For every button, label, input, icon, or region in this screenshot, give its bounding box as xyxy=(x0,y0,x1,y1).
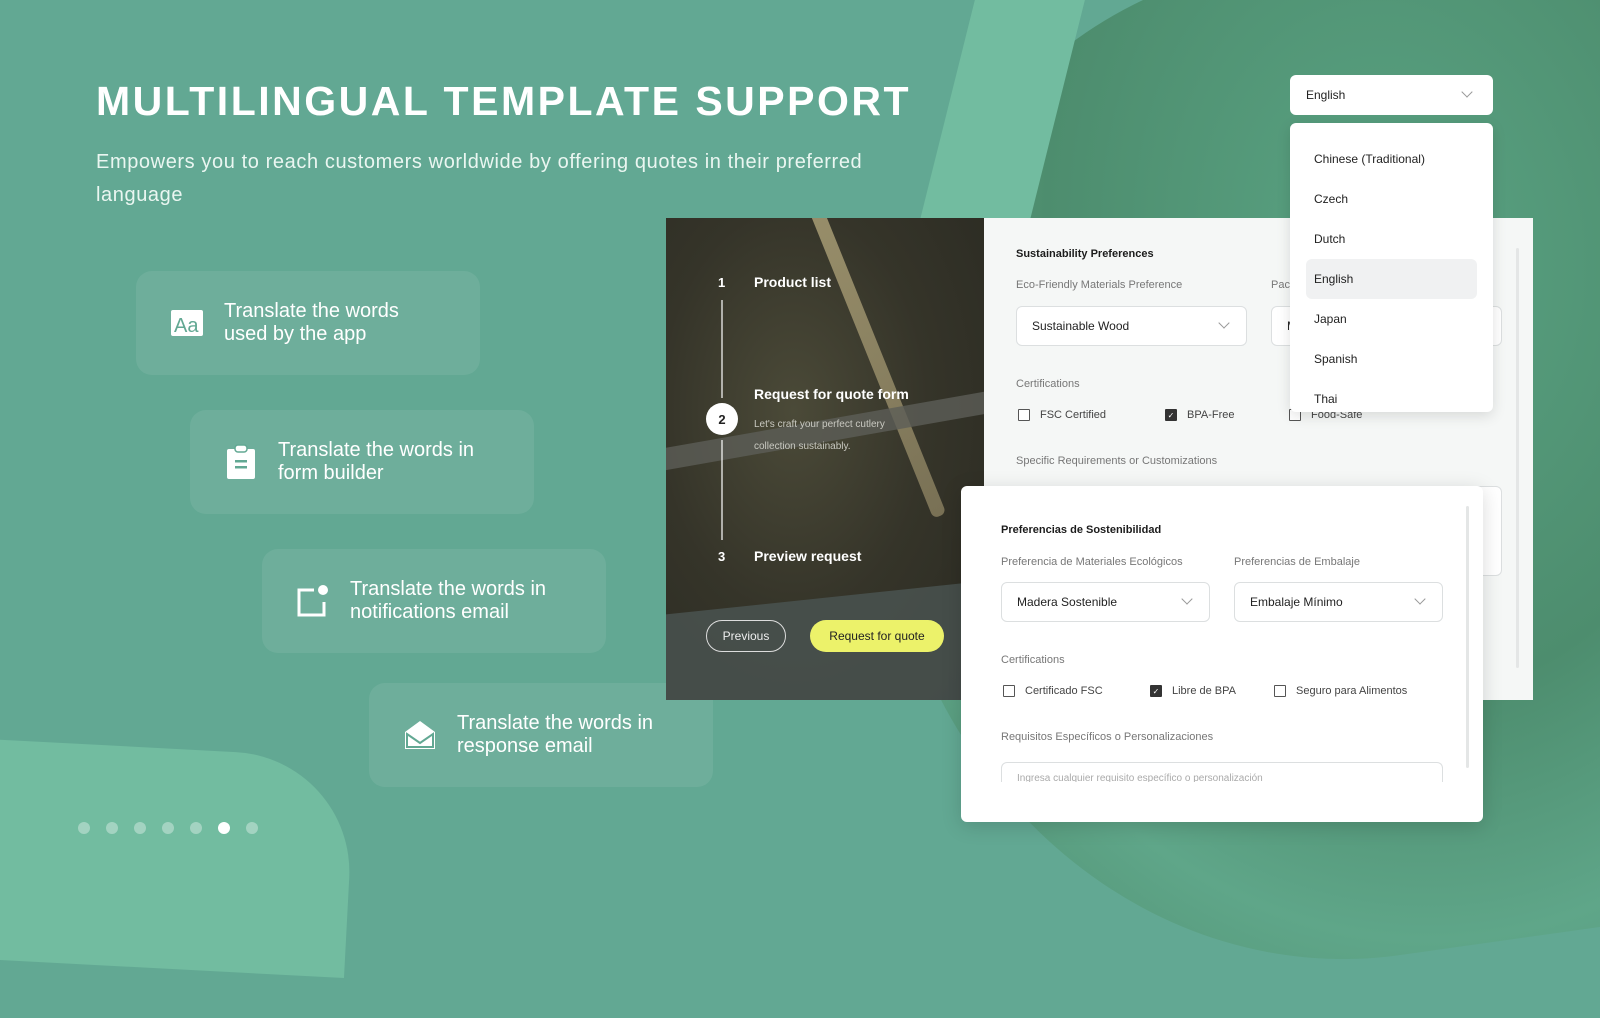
select-value: Sustainable Wood xyxy=(1032,319,1130,333)
section-title: Sustainability Preferences xyxy=(1016,248,1154,260)
field-label: Preferencia de Materiales Ecológicos xyxy=(1001,556,1183,568)
step-product-list[interactable]: Product list xyxy=(754,274,831,290)
checkbox-label: Seguro para Alimentos xyxy=(1296,685,1408,697)
chevron-down-icon xyxy=(1414,593,1426,605)
language-dropdown-menu: Chinese (Traditional) Czech Dutch English Ja… xyxy=(1290,123,1493,412)
language-option[interactable]: Dutch xyxy=(1306,219,1477,259)
field-label: Pac xyxy=(1271,279,1290,291)
envelope-open-icon xyxy=(403,718,437,752)
carousel-dots xyxy=(78,822,258,834)
materials-select[interactable]: Sustainable Wood xyxy=(1016,306,1247,346)
chevron-down-icon xyxy=(1218,317,1230,329)
feature-text: Translate the words in xyxy=(350,578,547,600)
font-aa-icon: Aa xyxy=(170,306,204,340)
checkbox-checked[interactable]: ✓ xyxy=(1150,685,1162,697)
materials-select[interactable]: Madera Sostenible xyxy=(1001,582,1210,622)
background-blob xyxy=(0,737,356,979)
language-option[interactable]: Czech xyxy=(1306,179,1477,219)
checkbox-checked[interactable]: ✓ xyxy=(1165,409,1177,421)
step-description: Let's craft your perfect cutlery collect… xyxy=(754,419,885,452)
field-label: Specific Requirements or Customizations xyxy=(1016,455,1218,467)
language-select[interactable]: English xyxy=(1290,75,1493,115)
carousel-dot[interactable] xyxy=(106,822,118,834)
checkbox[interactable] xyxy=(1274,685,1286,697)
field-label: Preferencias de Embalaje xyxy=(1234,556,1360,568)
feature-card-notifications: Translate the words in notifications emai… xyxy=(262,549,606,653)
feature-text: form builder xyxy=(278,462,384,484)
language-option[interactable]: Thai xyxy=(1306,379,1477,412)
field-label: Certifications xyxy=(1016,378,1080,390)
language-option[interactable]: Japan xyxy=(1306,299,1477,339)
field-label: Certifications xyxy=(1001,654,1065,666)
feature-card-form-builder: Translate the words in form builder xyxy=(190,410,534,514)
checkbox[interactable] xyxy=(1003,685,1015,697)
page-subtitle: Empowers you to reach customers worldwid… xyxy=(96,151,863,206)
page-title: MULTILINGUAL TEMPLATE SUPPORT xyxy=(96,78,912,124)
background-photo xyxy=(809,218,947,519)
step-number: 1 xyxy=(718,275,726,290)
packaging-select[interactable]: Embalaje Mínimo xyxy=(1234,582,1443,622)
feature-text: Translate the words in xyxy=(457,712,654,734)
form-spanish: Preferencias de Sostenibilidad Preferenc… xyxy=(961,486,1483,822)
step-request-form[interactable]: Request for quote form xyxy=(754,386,909,402)
checkbox-fsc[interactable]: FSC Certified xyxy=(1018,409,1106,421)
feature-card-response-email: Translate the words in response email xyxy=(369,683,713,787)
notification-icon xyxy=(296,584,330,618)
checkbox-label: BPA-Free xyxy=(1187,409,1235,421)
placeholder-text: Ingresa cualquier requisito específico o… xyxy=(1017,773,1263,782)
feature-card-app: Aa Translate the words used by the app xyxy=(136,271,480,375)
step-connector xyxy=(721,440,723,540)
checkbox-label: Libre de BPA xyxy=(1172,685,1237,697)
request-for-quote-button[interactable]: Request for quote xyxy=(810,620,944,652)
feature-text: response email xyxy=(457,735,593,757)
feature-text: notifications email xyxy=(350,601,509,623)
select-value: Madera Sostenible xyxy=(1017,595,1118,609)
checkbox[interactable] xyxy=(1018,409,1030,421)
stepper-panel: 1 Product list Request for quote form 2 … xyxy=(666,218,984,700)
language-option[interactable]: Spanish xyxy=(1306,339,1477,379)
feature-text: Translate the words xyxy=(224,300,399,322)
step-number: 3 xyxy=(718,549,726,564)
requirements-textarea[interactable]: Ingresa cualquier requisito específico o… xyxy=(1001,762,1443,782)
step-preview[interactable]: Preview request xyxy=(754,548,861,564)
language-option[interactable]: Chinese (Traditional) xyxy=(1306,139,1477,179)
checkbox-bpa[interactable]: ✓ Libre de BPA xyxy=(1150,685,1236,697)
select-value: Embalaje Mínimo xyxy=(1250,595,1343,609)
svg-text:Aa: Aa xyxy=(174,315,199,337)
language-option[interactable]: English xyxy=(1306,259,1477,299)
field-label: Requisitos Específicos o Personalizacion… xyxy=(1001,731,1214,743)
clipboard-icon xyxy=(224,444,258,479)
scrollbar[interactable] xyxy=(1516,248,1519,668)
checkbox-label: Certificado FSC xyxy=(1025,685,1103,697)
scrollbar[interactable] xyxy=(1466,506,1469,768)
feature-text: Translate the words in xyxy=(278,439,475,461)
carousel-dot[interactable] xyxy=(134,822,146,834)
carousel-dot[interactable] xyxy=(246,822,258,834)
carousel-dot[interactable] xyxy=(162,822,174,834)
section-title: Preferencias de Sostenibilidad xyxy=(1001,524,1162,536)
select-value: English xyxy=(1306,88,1346,102)
previous-button[interactable]: Previous xyxy=(706,620,786,652)
step-connector xyxy=(721,300,723,398)
feature-text: used by the app xyxy=(224,323,367,345)
carousel-dot[interactable] xyxy=(218,822,230,834)
carousel-dot[interactable] xyxy=(78,822,90,834)
checkbox-fsc[interactable]: Certificado FSC xyxy=(1003,685,1103,697)
chevron-down-icon xyxy=(1461,86,1473,98)
field-label: Eco-Friendly Materials Preference xyxy=(1016,279,1183,291)
step-current-indicator: 2 xyxy=(706,403,738,435)
checkbox-label: FSC Certified xyxy=(1040,409,1107,421)
checkbox-bpa[interactable]: ✓ BPA-Free xyxy=(1165,409,1234,421)
chevron-down-icon xyxy=(1181,593,1193,605)
checkbox-food-safe[interactable]: Seguro para Alimentos xyxy=(1274,685,1407,697)
carousel-dot[interactable] xyxy=(190,822,202,834)
